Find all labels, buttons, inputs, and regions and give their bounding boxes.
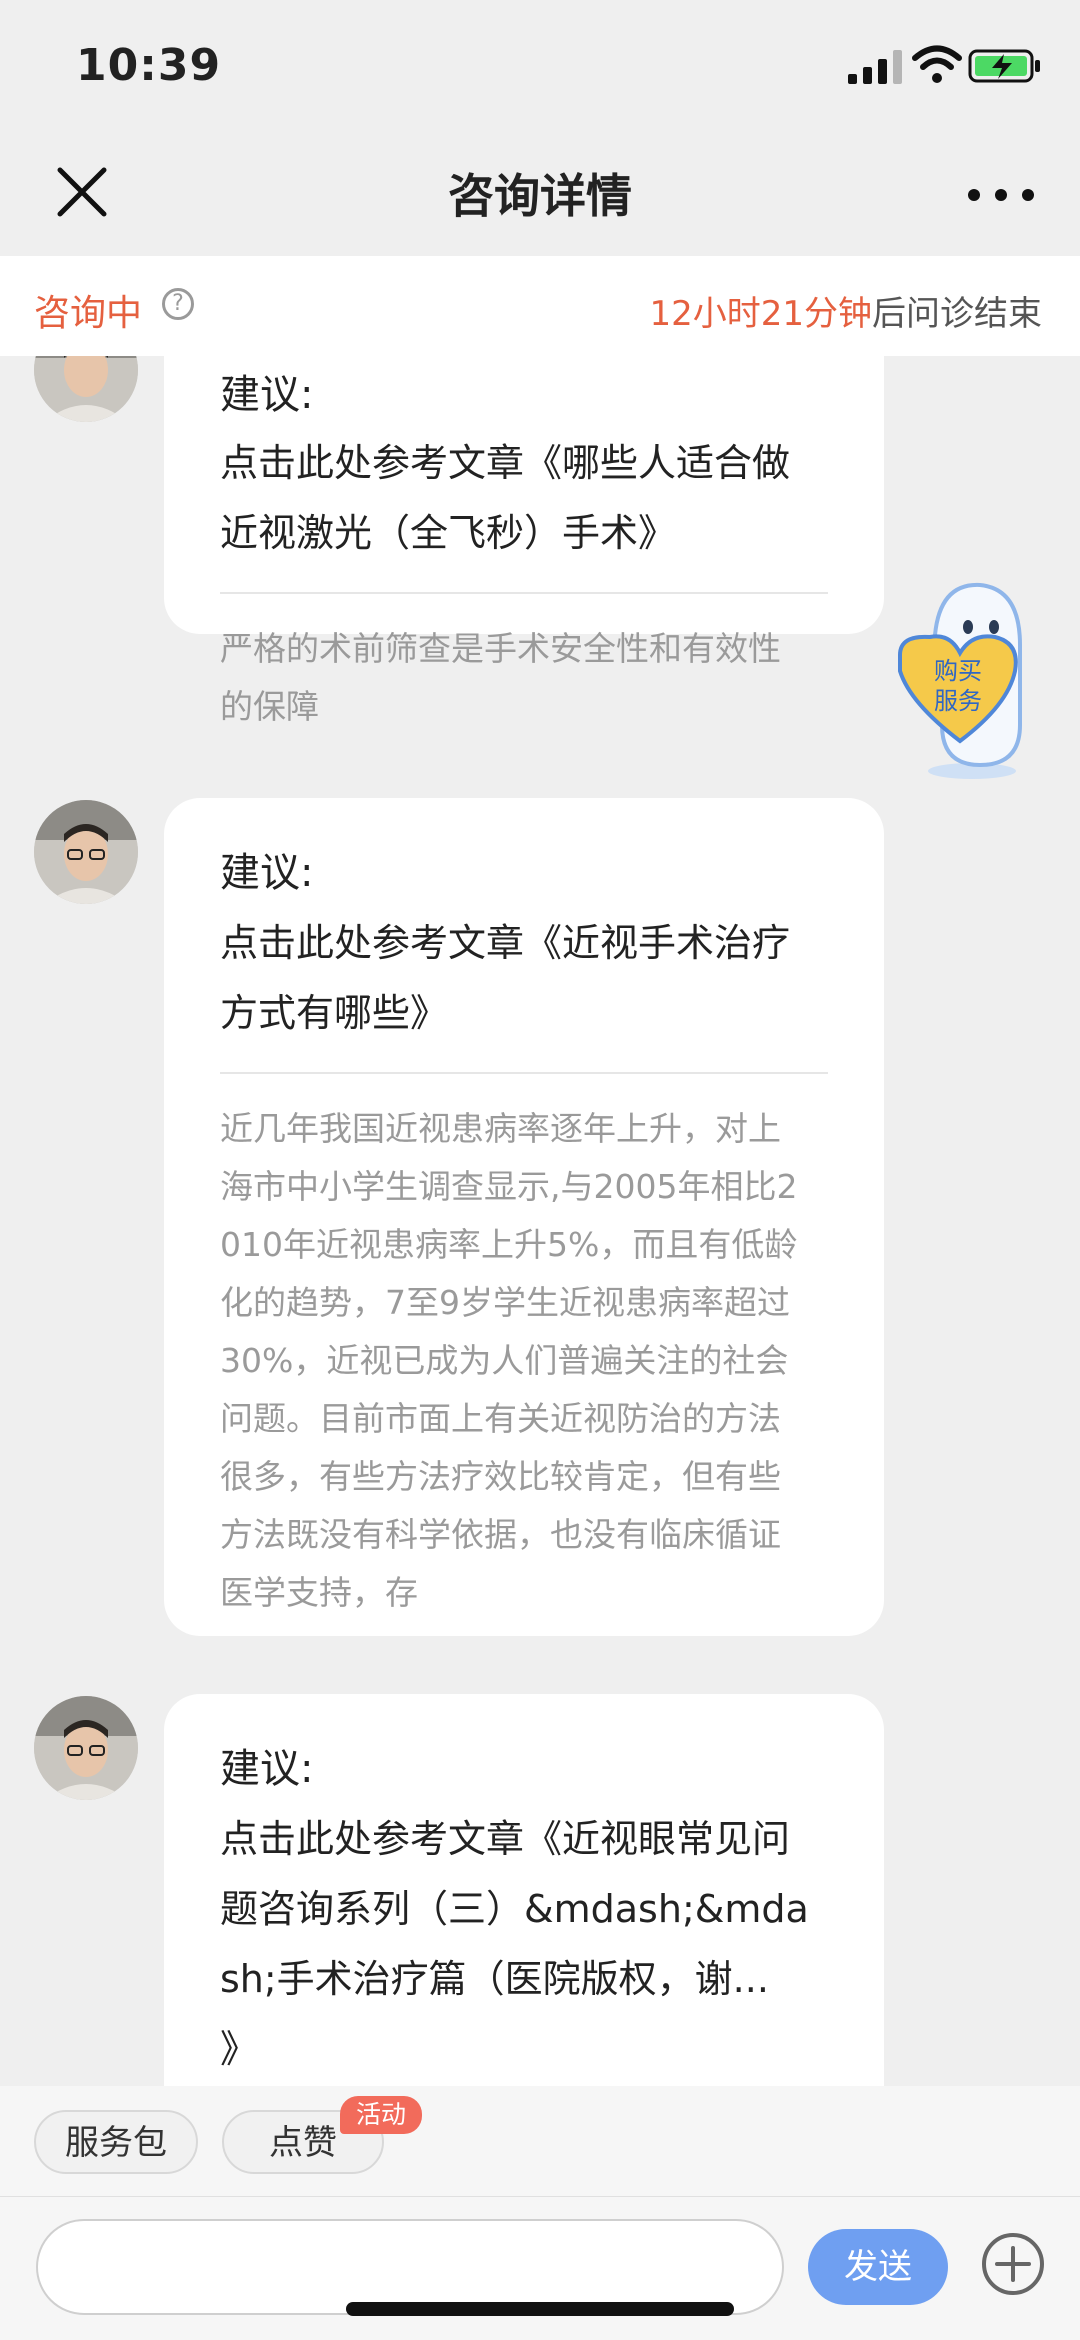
activity-badge: 活动 [340, 2096, 423, 2134]
article-link-line: 》 [220, 2027, 259, 2071]
home-indicator [346, 2302, 734, 2316]
article-summary: 严格的术前筛查是手术安全性和有效性 的保障 [220, 620, 828, 736]
summary-line: 很多，有些方法疗效比较肯定，但有些 [220, 1457, 781, 1496]
signal-icon [848, 50, 902, 84]
send-button[interactable]: 发送 [808, 2229, 948, 2305]
message-bubble[interactable]: 建议: 点击此处参考文章《近视眼常见问 题咨询系列（三）&mdash;&mda … [164, 1694, 884, 2086]
article-link-line: 题咨询系列（三）&mdash;&mda [220, 1887, 809, 1931]
mascot-text-line1: 购买 [934, 657, 982, 685]
mascot-text-line2: 服务 [934, 687, 982, 715]
article-link-line: sh;手术治疗篇（医院版权，谢... [220, 1957, 769, 2001]
quick-tag-bar: 服务包 点赞 活动 [0, 2086, 1080, 2196]
message-bubble[interactable]: 建议: 点击此处参考文章《哪些人适合做 近视激光（全飞秒）手术》 严格的术前筛查… [164, 356, 884, 726]
doctor-avatar-image [34, 1696, 138, 1800]
article-link[interactable]: 点击此处参考文章《近视眼常见问 题咨询系列（三）&mdash;&mda sh;手… [220, 1804, 828, 2084]
message-heading: 建议: [220, 850, 314, 896]
status-time: 10:39 [76, 40, 222, 91]
consult-state-label: 咨询中 [34, 293, 143, 334]
message-heading: 建议: [220, 372, 314, 418]
message-bubble[interactable]: 建议: 点击此处参考文章《近视手术治疗 方式有哪些》 近几年我国近视患病率逐年上… [164, 798, 884, 1636]
service-package-tag[interactable]: 服务包 [34, 2110, 198, 2174]
mascot-icon: 购买 服务 [898, 582, 1022, 779]
battery-charging-icon [968, 49, 1040, 83]
summary-line: 近几年我国近视患病率逐年上升，对上 [220, 1109, 781, 1148]
doctor-avatar-image [34, 356, 138, 422]
summary-line: 医学支持，存 [220, 1573, 418, 1612]
countdown: 12小时21分钟后问诊结束 [649, 286, 1042, 335]
summary-line: 30%，近视已成为人们普遍关注的社会 [220, 1341, 789, 1380]
doctor-avatar[interactable] [34, 800, 138, 904]
message-heading: 建议: [220, 1746, 314, 1792]
article-link-line: 点击此处参考文章《哪些人适合做 [220, 441, 791, 485]
summary-line: 问题。目前市面上有关近视防治的方法 [220, 1399, 781, 1438]
nav-bar: 咨询详情 [0, 130, 1080, 257]
status-bar: 10:39 [0, 0, 1080, 130]
summary-line: 的保障 [220, 687, 319, 726]
summary-line: 方法既没有科学依据，也没有临床循证 [220, 1515, 781, 1554]
divider [220, 1072, 828, 1074]
help-icon[interactable]: ? [162, 288, 194, 320]
doctor-avatar-image [34, 800, 138, 904]
summary-line: 010年近视患病率上升5%，而且有低龄 [220, 1225, 798, 1264]
summary-line: 海市中小学生调查显示,与2005年相比2 [220, 1167, 798, 1206]
doctor-avatar[interactable] [34, 1696, 138, 1800]
countdown-suffix: 后问诊结束 [872, 294, 1042, 334]
input-bar: 发送 [0, 2196, 1080, 2340]
article-link-line: 方式有哪些》 [220, 991, 449, 1035]
more-icon[interactable] [966, 185, 1036, 205]
article-link[interactable]: 点击此处参考文章《哪些人适合做 近视激光（全飞秒）手术》 [220, 428, 828, 568]
message-input[interactable] [36, 2219, 784, 2315]
article-link-line: 近视激光（全飞秒）手术》 [220, 511, 677, 555]
summary-line: 严格的术前筛查是手术安全性和有效性 [220, 629, 781, 668]
article-link[interactable]: 点击此处参考文章《近视手术治疗 方式有哪些》 [220, 908, 828, 1048]
add-icon[interactable] [980, 2231, 1046, 2297]
divider [220, 592, 828, 594]
article-link-line: 点击此处参考文章《近视眼常见问 [220, 1817, 791, 1861]
wifi-icon [912, 45, 962, 83]
buy-service-mascot[interactable]: 购买 服务 [880, 575, 1050, 785]
countdown-time: 12小时21分钟 [649, 294, 872, 334]
page-title: 咨询详情 [448, 169, 632, 223]
summary-line: 化的趋势，7至9岁学生近视患病率超过 [220, 1283, 790, 1322]
consult-status-banner: 咨询中 ? 12小时21分钟后问诊结束 [0, 256, 1080, 356]
article-link-line: 点击此处参考文章《近视手术治疗 [220, 921, 791, 965]
doctor-avatar[interactable] [34, 356, 138, 422]
article-summary: 近几年我国近视患病率逐年上升，对上 海市中小学生调查显示,与2005年相比2 0… [220, 1100, 828, 1622]
